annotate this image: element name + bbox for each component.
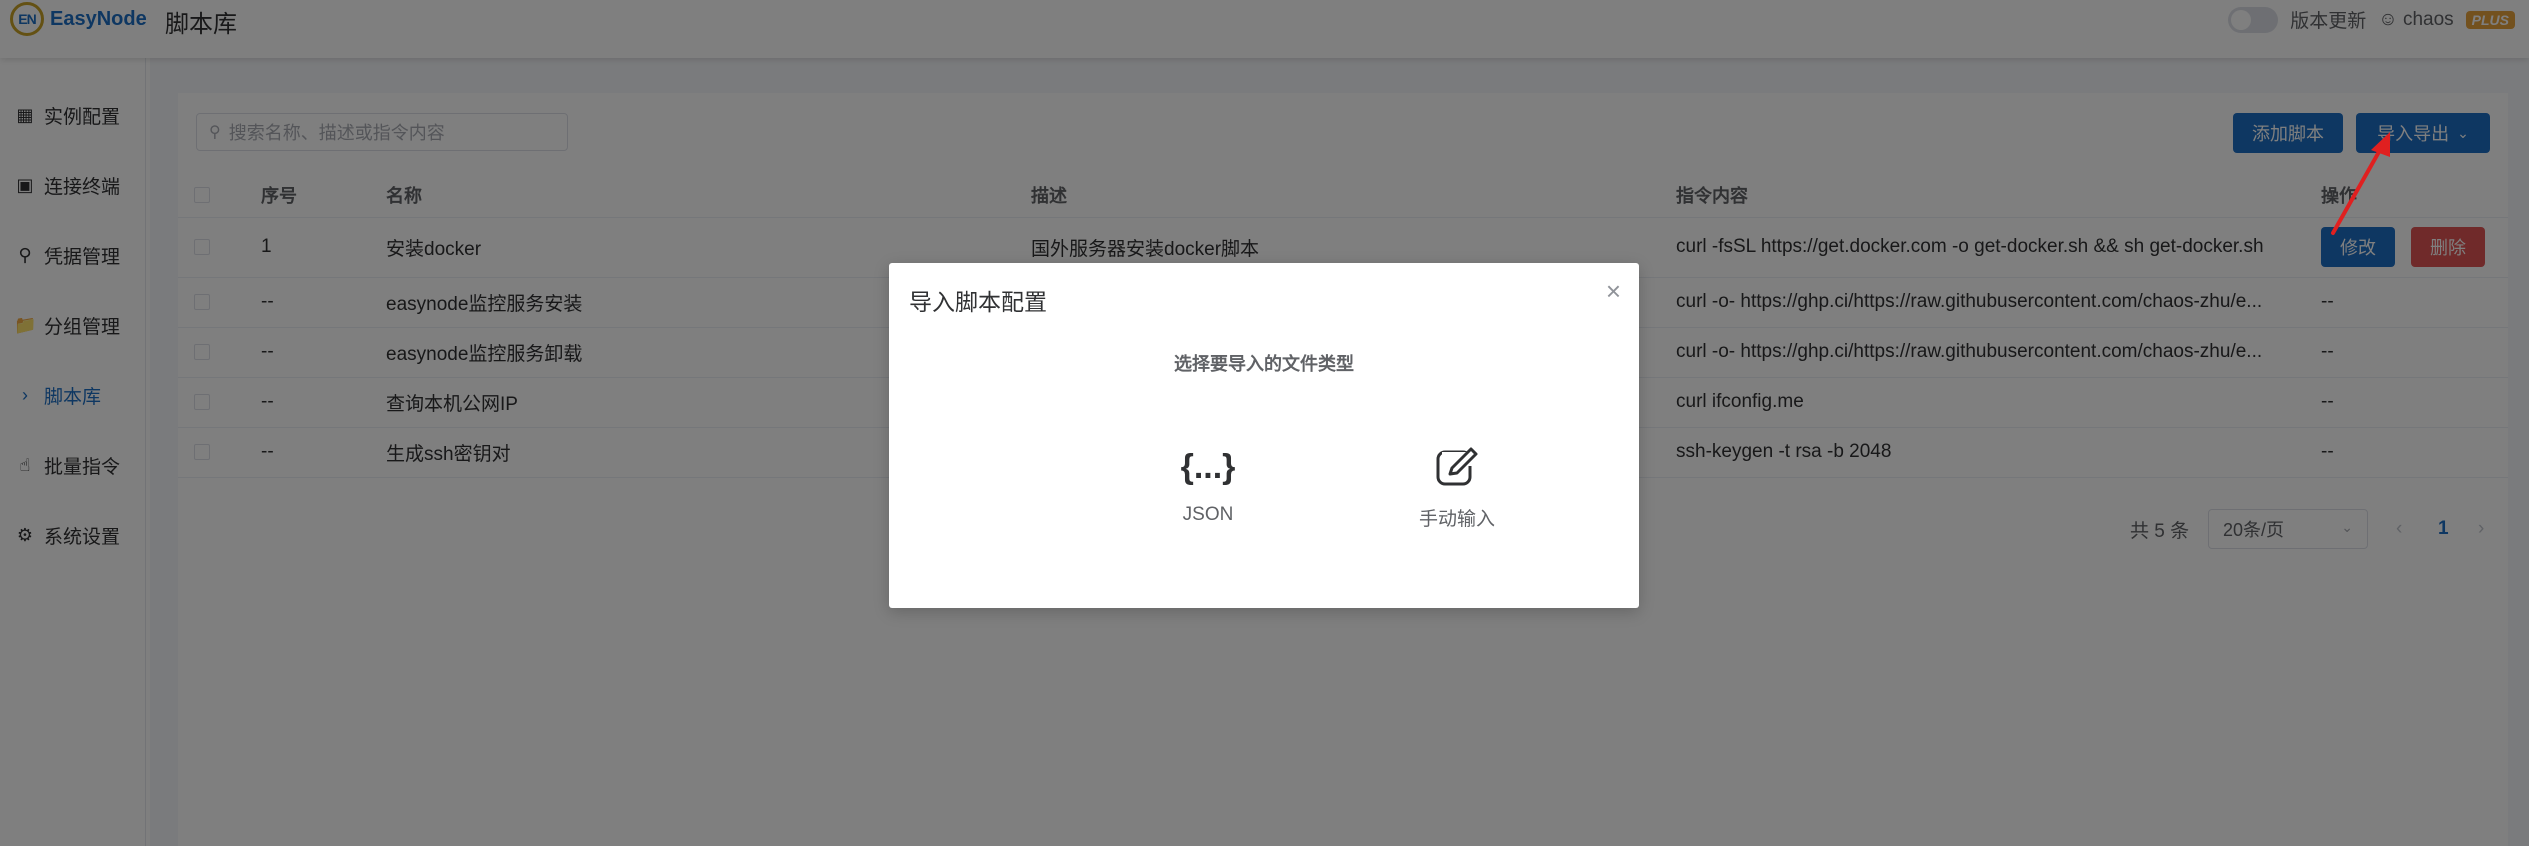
close-icon[interactable]: ×	[1606, 278, 1621, 304]
manual-option-label: 手动输入	[1418, 509, 1495, 530]
json-braces-icon: {...}	[1180, 447, 1236, 486]
dialog-title: 导入脚本配置	[909, 289, 1047, 315]
json-option-label: JSON	[1182, 504, 1234, 525]
import-json-option[interactable]: {...} JSON	[1138, 438, 1278, 526]
dialog-subtitle: 选择要导入的文件类型	[1174, 354, 1354, 374]
manual-input-option[interactable]: 手动输入	[1387, 438, 1527, 531]
edit-pencil-icon	[1387, 438, 1527, 496]
import-script-dialog: 导入脚本配置 × 选择要导入的文件类型 {...} JSON 手动输入	[889, 263, 1639, 608]
